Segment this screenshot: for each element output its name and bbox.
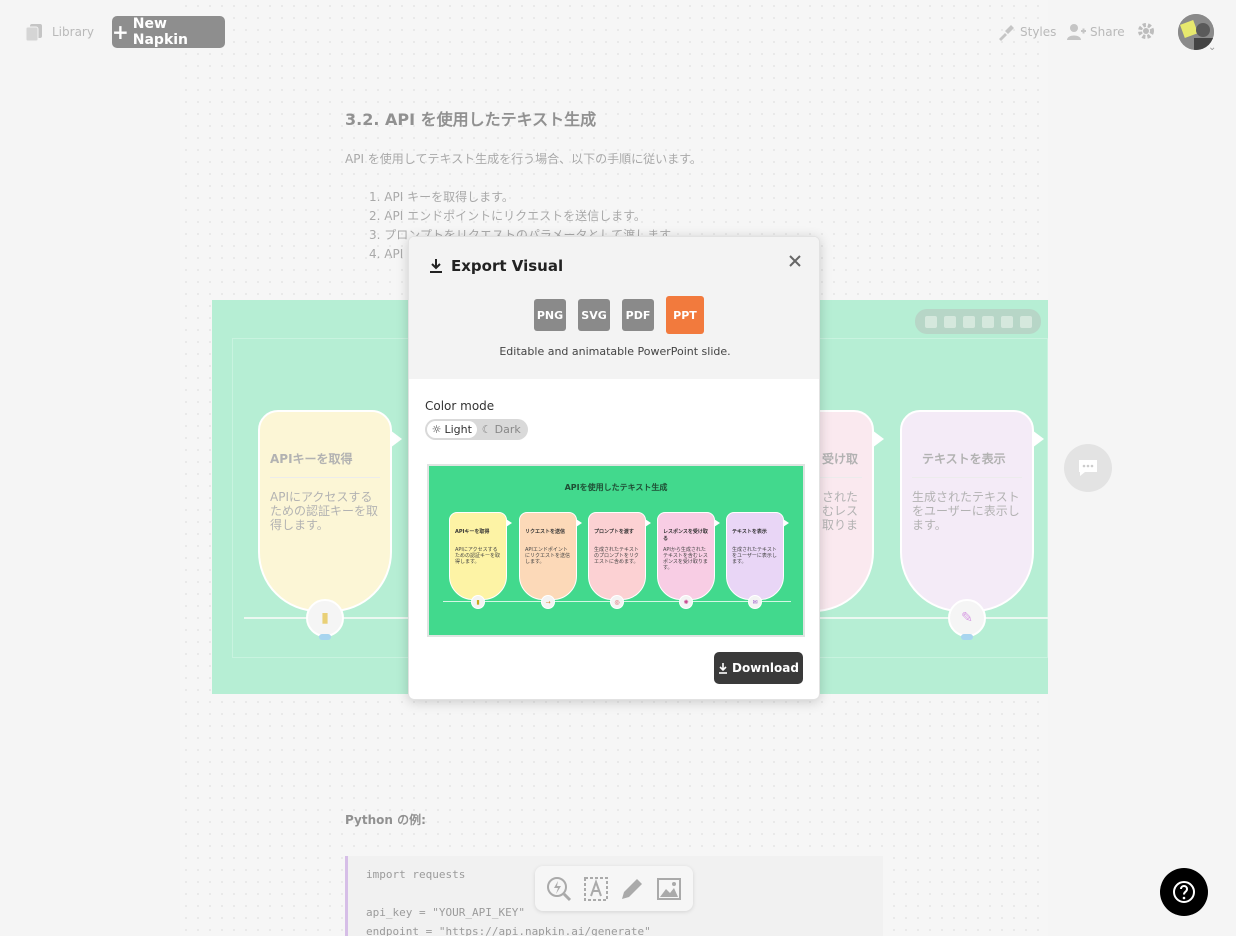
brush-icon: [999, 25, 1014, 41]
preview-card-arrow: [783, 519, 789, 527]
preview-card-title: リクエストを送信: [525, 529, 566, 535]
preview-card-arrow: [576, 519, 582, 527]
preview-card-desc: 生成されたテキストのプロンプトをリクエストに含めます。: [594, 547, 639, 565]
bug-icon: ✺: [679, 595, 693, 609]
new-napkin-button[interactable]: + New Napkin: [112, 16, 225, 48]
dark-mode-option[interactable]: ☾ Dark: [477, 421, 527, 438]
light-mode-option[interactable]: ☼ Light: [427, 421, 477, 438]
color-mode-label: Color mode: [425, 399, 495, 413]
add-user-icon: [1067, 24, 1086, 40]
generate-visual-icon[interactable]: [545, 875, 573, 903]
library-icon: [25, 24, 42, 42]
download-icon: [719, 663, 728, 674]
preview-card: レスポンスを受け取る APIから生成されたテキストを含むレスポンスを受け取ります…: [657, 512, 720, 600]
light-label: Light: [444, 423, 472, 436]
preview-title: APIを使用したテキスト生成: [564, 483, 668, 492]
preview-card-arrow: [645, 519, 651, 527]
chevron-down-icon[interactable]: ⌄: [1208, 42, 1216, 53]
text-box-icon[interactable]: [582, 875, 610, 903]
preview-card-title: レスポンスを受け取る: [663, 529, 708, 542]
preview-card: リクエストを送信 APIエンドポイントにリクエストを送信します。: [519, 512, 582, 600]
dark-label: Dark: [494, 423, 521, 436]
download-label: Download: [732, 661, 799, 675]
preview-card-desc: APIエンドポイントにリクエストを送信します。: [525, 547, 571, 565]
format-pdf-button[interactable]: PDF: [622, 299, 654, 331]
format-description: Editable and animatable PowerPoint slide…: [499, 345, 731, 358]
format-selector: PNG SVG PDF PPT: [534, 296, 704, 334]
preview-card: APIキーを取得 APIにアクセスするための認証キーを取得します。: [449, 512, 512, 600]
share-label: Share: [1090, 25, 1125, 39]
top-bar: Library + New Napkin Styles Share ⌄: [0, 0, 1236, 64]
preview-card-title: APIキーを取得: [455, 529, 490, 535]
pencil-icon[interactable]: [618, 875, 646, 903]
moon-icon: ☾: [481, 423, 492, 436]
preview-card: プロンプトを渡す 生成されたテキストのプロンプトをリクエストに含めます。: [588, 512, 651, 600]
help-icon: [1173, 881, 1195, 903]
format-ppt-button[interactable]: PPT: [666, 296, 704, 334]
help-button[interactable]: [1160, 868, 1208, 916]
share-button[interactable]: Share: [1066, 22, 1125, 42]
lightbulb-icon: ◎: [610, 595, 624, 609]
format-png-button[interactable]: PNG: [534, 299, 566, 331]
download-icon: [430, 259, 442, 273]
dialog-title-text: Export Visual: [451, 257, 564, 275]
color-mode-toggle: ☼ Light ☾ Dark: [425, 419, 528, 440]
export-preview: APIを使用したテキスト生成 APIキーを取得 APIにアクセスするための認証キ…: [427, 464, 805, 637]
close-icon[interactable]: [787, 253, 803, 269]
preview-card-arrow: [506, 519, 512, 527]
gear-icon: [1138, 23, 1154, 39]
bottom-toolbar: [535, 866, 693, 911]
library-button[interactable]: Library: [24, 22, 94, 42]
preview-card-desc: APIにアクセスするための認証キーを取得します。: [455, 547, 501, 565]
preview-card-title: テキストを表示: [732, 529, 767, 535]
comment-icon: [1079, 460, 1097, 476]
preview-card: テキストを表示 生成されたテキストをユーザーに表示します。: [726, 512, 789, 600]
styles-button[interactable]: Styles: [996, 22, 1056, 42]
arrow-right-icon: →: [541, 595, 555, 609]
format-svg-button[interactable]: SVG: [578, 299, 610, 331]
chat-icon: ✉: [748, 595, 762, 609]
image-icon[interactable]: [655, 875, 683, 903]
settings-button[interactable]: [1136, 21, 1156, 45]
export-visual-dialog: Export Visual PNG SVG PDF PPT Editable a…: [408, 236, 820, 700]
document-icon: ▮: [471, 595, 485, 609]
preview-card-arrow: [714, 519, 720, 527]
library-label: Library: [52, 25, 94, 39]
styles-label: Styles: [1020, 25, 1057, 39]
new-napkin-label: New Napkin: [132, 16, 189, 48]
download-button[interactable]: Download: [714, 652, 803, 684]
preview-card-desc: APIから生成されたテキストを含むレスポンスを受け取ります。: [663, 547, 708, 571]
dialog-title: Export Visual: [429, 257, 563, 275]
sun-icon: ☼: [431, 423, 442, 436]
plus-icon: +: [112, 20, 129, 44]
comment-button[interactable]: [1064, 444, 1112, 492]
preview-card-desc: 生成されたテキストをユーザーに表示します。: [732, 547, 777, 565]
preview-card-title: プロンプトを渡す: [594, 529, 634, 535]
